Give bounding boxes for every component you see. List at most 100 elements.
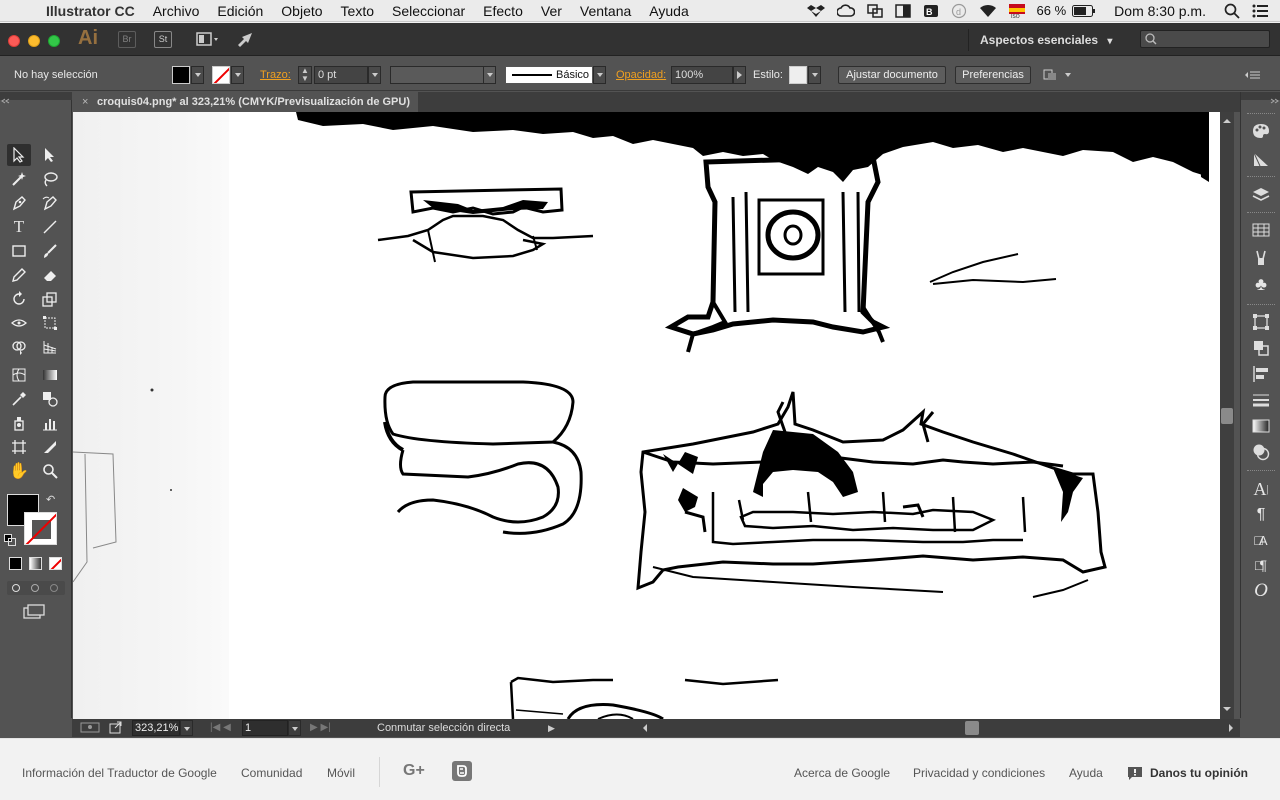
default-colors-icon[interactable] [4,533,16,546]
menu-ayuda[interactable]: Ayuda [640,3,697,19]
feedback-icon[interactable] [1127,766,1143,784]
color-guide-icon[interactable] [1249,148,1273,170]
menu-edicion[interactable]: Edición [208,3,272,19]
screen-share-icon[interactable] [861,3,889,18]
footer-link-help[interactable]: Ayuda [1069,766,1103,780]
gradient-panel-icon[interactable] [1249,415,1273,437]
horizontal-scrollbar[interactable] [639,719,1239,737]
opacity-input[interactable]: 100% [671,66,733,84]
transform-icon[interactable] [1249,311,1273,333]
artboard-tool-icon[interactable] [7,436,31,458]
dash-icon[interactable]: d [945,3,973,19]
close-tab-icon[interactable]: × [82,92,88,112]
paragraph-icon[interactable]: ¶ [1249,504,1273,526]
vertical-scroll-thumb[interactable] [1221,408,1233,424]
footer-link-translator-info[interactable]: Información del Traductor de Google [22,766,217,780]
bt-icon[interactable]: B [917,4,945,18]
dropbox-icon[interactable] [801,4,831,18]
rotate-tool-icon[interactable] [7,288,31,310]
free-transform-tool-icon[interactable] [38,312,62,334]
brush-dropdown[interactable] [593,66,606,84]
stroke-stepper[interactable]: ▲ ▼ [298,66,312,84]
screen-mode-icon[interactable] [22,604,46,620]
selection-tool-icon[interactable] [7,144,31,166]
align-icon[interactable] [1249,363,1273,385]
menu-seleccionar[interactable]: Seleccionar [383,3,474,19]
menu-app-name[interactable]: Illustrator CC [42,3,144,19]
footer-link-privacy[interactable]: Privacidad y condiciones [913,766,1045,780]
paintbrush-tool-icon[interactable] [38,240,62,262]
scale-tool-icon[interactable] [38,288,62,310]
stroke-panel-icon[interactable] [1249,389,1273,411]
zoom-tool-icon[interactable] [38,460,62,482]
variable-width-profile[interactable] [390,66,484,84]
google-plus-icon[interactable]: G+ [403,762,425,780]
swap-fill-stroke-icon[interactable]: ↶ [46,493,60,507]
transparency-icon[interactable] [1249,441,1273,463]
artboard-number-input[interactable]: 1 [242,720,288,736]
panel-menu-icon[interactable] [1244,67,1262,83]
stroke-swatch[interactable] [212,66,230,84]
stroke-weight-dropdown[interactable] [368,66,381,84]
menu-ventana[interactable]: Ventana [571,3,640,19]
menu-efecto[interactable]: Efecto [474,3,532,19]
character-icon[interactable]: A | [1249,478,1273,500]
blogger-icon[interactable] [452,761,472,784]
line-segment-tool-icon[interactable] [38,216,62,238]
spotlight-search-icon[interactable] [1218,3,1246,19]
workspace-switcher[interactable]: Aspectos esenciales ▾ [968,29,1128,51]
gpu-icon[interactable] [80,720,100,736]
stroke-dropdown[interactable] [231,66,244,84]
tools-panel-grip[interactable] [0,92,72,104]
type-tool-icon[interactable]: T [7,216,31,238]
preferences-button[interactable]: Preferencias [955,66,1031,84]
pencil-tool-icon[interactable] [7,264,31,286]
arrange-documents-icon[interactable] [194,31,222,48]
creative-cloud-icon[interactable] [831,3,861,18]
mesh-tool-icon[interactable] [7,364,31,386]
stroke-color-box[interactable] [24,512,57,545]
zoom-window-button[interactable] [48,35,60,47]
rectangle-tool-icon[interactable] [7,240,31,262]
layers-icon[interactable] [1249,184,1273,206]
battery-icon[interactable] [1072,4,1102,17]
menu-objeto[interactable]: Objeto [272,3,331,19]
gradient-mode-button[interactable] [29,557,42,570]
document-tab[interactable]: × croquis04.png* al 323,21% (CMYK/Previs… [72,92,418,112]
width-tool-icon[interactable] [7,312,31,334]
opacity-slider-arrow[interactable] [733,66,746,84]
paragraph-styles-icon[interactable]: □ ¶ [1249,554,1273,576]
stroke-weight-input[interactable]: 0 pt [314,66,368,84]
symbol-sprayer-tool-icon[interactable] [7,412,31,434]
wifi-icon[interactable] [973,4,1003,18]
status-menu-arrow-icon[interactable]: ▶ [548,720,560,736]
graphic-style-dropdown[interactable] [808,66,821,84]
menu-texto[interactable]: Texto [332,3,383,19]
slice-tool-icon[interactable] [38,436,62,458]
shape-builder-tool-icon[interactable] [7,336,31,358]
character-styles-icon[interactable]: □ A [1249,529,1273,551]
horizontal-scroll-thumb[interactable] [965,721,979,735]
curvature-tool-icon[interactable] [38,192,62,214]
clock[interactable]: Dom 8:30 p.m. [1102,3,1218,19]
perspective-grid-tool-icon[interactable] [38,336,62,358]
input-source-flag-icon[interactable]: ISO [1003,3,1031,18]
direct-selection-tool-icon[interactable] [38,144,62,166]
brushes-icon[interactable] [1249,247,1273,269]
brush-definition[interactable]: Básico [505,66,593,84]
lasso-tool-icon[interactable] [38,168,62,190]
minimize-window-button[interactable] [28,35,40,47]
symbols-icon[interactable]: ♣ [1249,273,1273,295]
opentype-icon[interactable]: O [1249,580,1273,602]
color-mode-button[interactable] [9,557,22,570]
bridge-button[interactable]: Br [118,31,136,48]
fill-dropdown[interactable] [191,66,204,84]
blend-tool-icon[interactable] [38,388,62,410]
eyedropper-tool-icon[interactable] [7,388,31,410]
help-search-input[interactable] [1140,30,1270,48]
hand-tool-icon[interactable]: ✋ [7,460,31,482]
feedback-link[interactable]: Danos tu opinión [1150,766,1248,780]
menu-ver[interactable]: Ver [532,3,571,19]
drawing-modes[interactable] [7,581,65,595]
share-icon[interactable] [109,720,125,736]
